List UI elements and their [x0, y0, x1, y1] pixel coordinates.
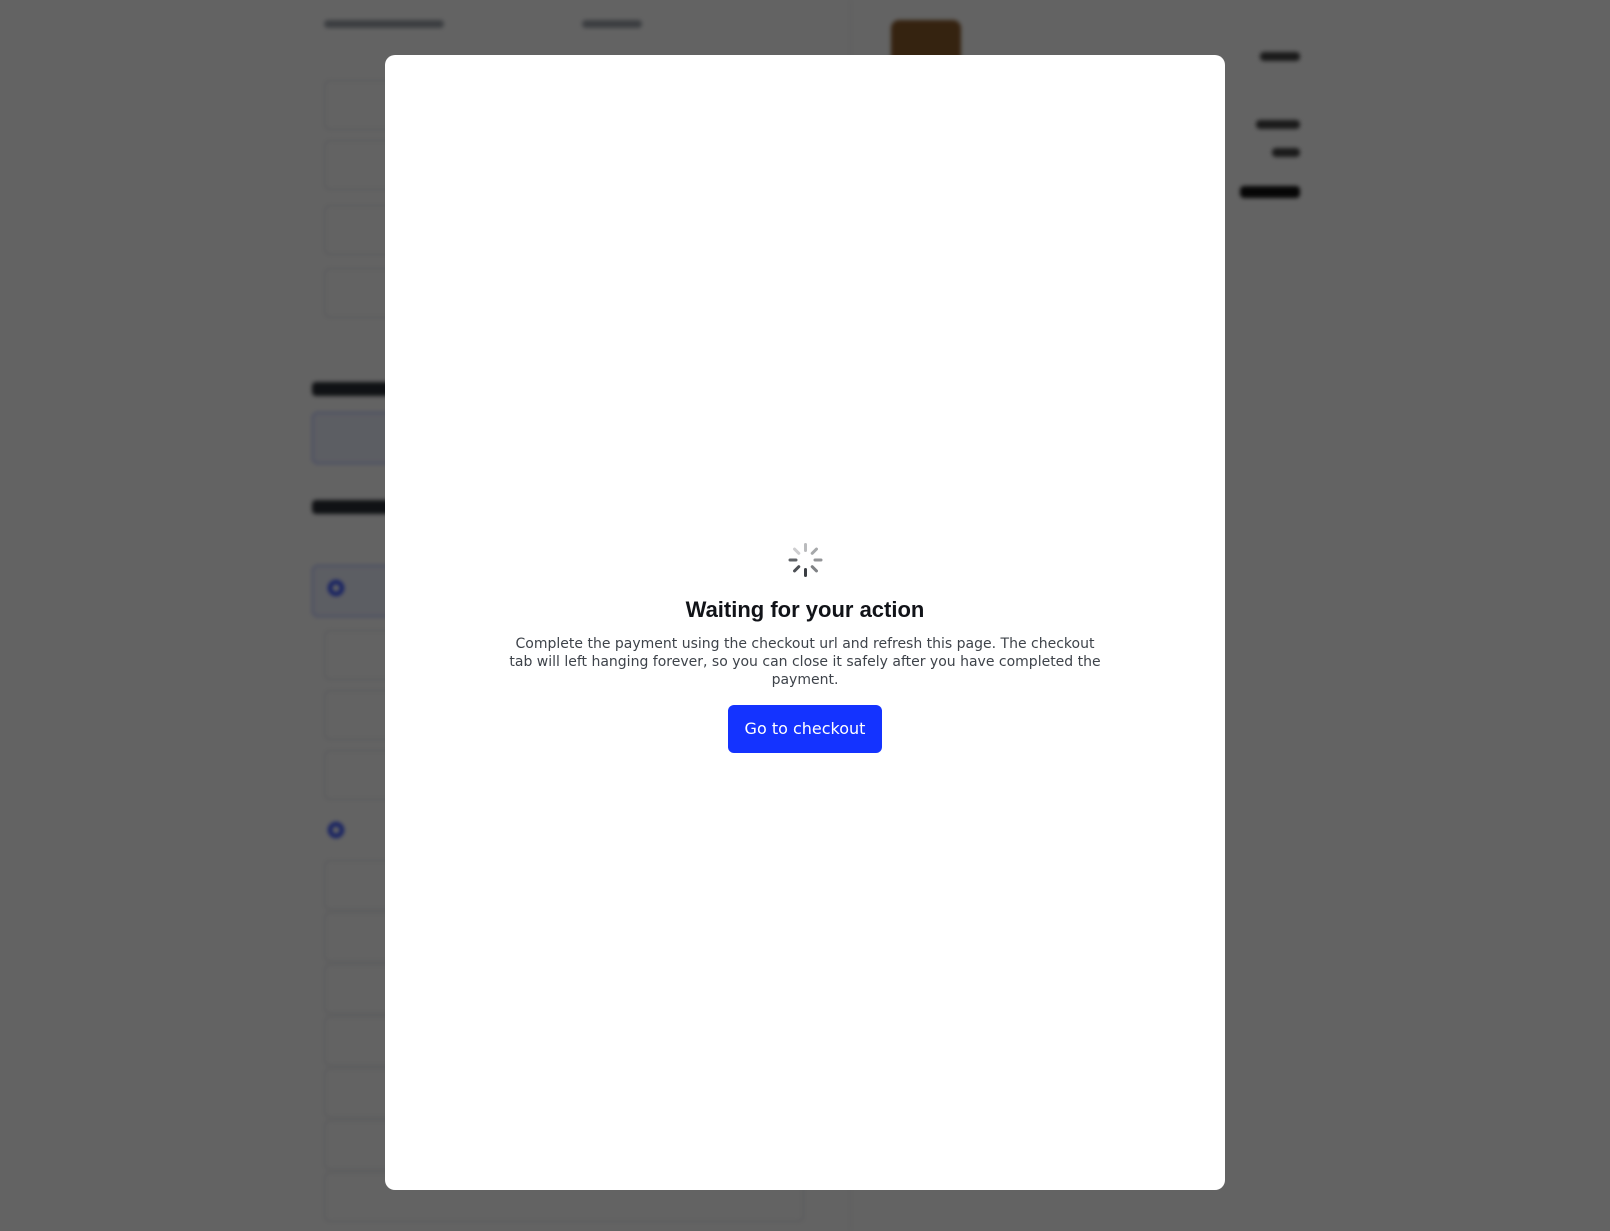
loading-spinner-icon	[788, 542, 822, 577]
modal-backdrop[interactable]: Waiting for your action Complete the pay…	[0, 0, 1610, 1231]
go-to-checkout-button[interactable]: Go to checkout	[727, 704, 883, 753]
payment-wait-dialog: Waiting for your action Complete the pay…	[385, 55, 1225, 1190]
dialog-title: Waiting for your action	[685, 596, 925, 622]
dialog-description: Complete the payment using the checkout …	[509, 635, 1101, 688]
